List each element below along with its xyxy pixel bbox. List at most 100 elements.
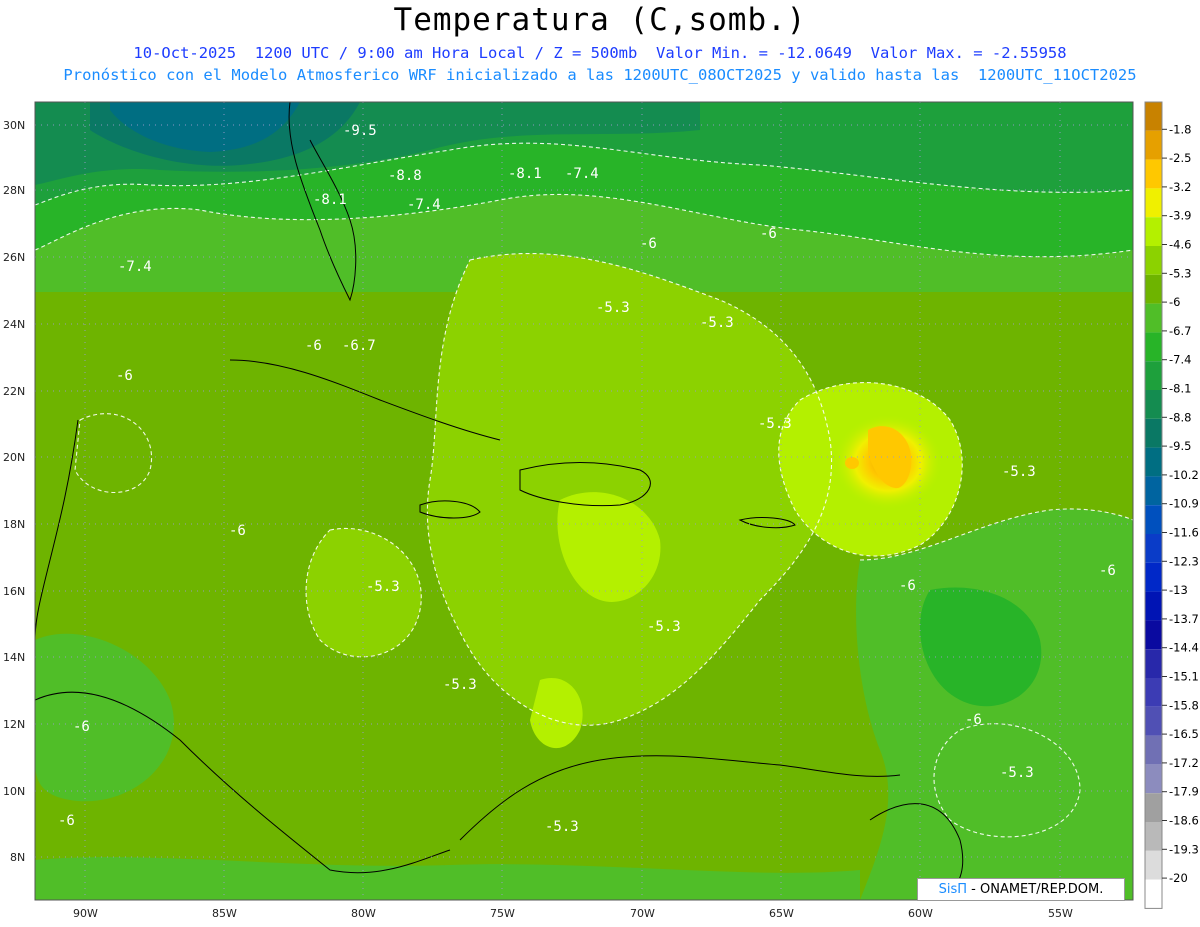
colorbar-label: -12.3 [1169, 554, 1199, 568]
contour-label: -6 [640, 236, 657, 252]
contour-label: -5.3 [1000, 765, 1034, 781]
colorbar-label: -17.9 [1169, 785, 1199, 799]
colorbar-label: -8.8 [1169, 410, 1191, 424]
colorbar-label: -2.5 [1169, 151, 1191, 165]
colorbar-swatch [1145, 822, 1162, 851]
colorbar-swatch [1145, 678, 1162, 707]
colorbar-label: -19.3 [1169, 842, 1199, 856]
lon-label: 90W [73, 907, 98, 920]
contour-label: -8.1 [313, 192, 347, 208]
lat-label: 8N [10, 851, 25, 864]
colorbar-swatch [1145, 879, 1162, 909]
lon-label: 60W [908, 907, 933, 920]
map-field: -9.5 -8.8 -8.1 -7.4 -8.1 -7.4 -7.4 -6 -6… [35, 102, 1133, 900]
lat-label: 12N [3, 718, 25, 731]
colorbar-swatch [1145, 447, 1162, 477]
colorbar-label: -3.2 [1169, 180, 1191, 194]
colorbar-label: -6 [1169, 295, 1180, 309]
colorbar-label: -4.6 [1169, 238, 1191, 252]
colorbar-swatch [1145, 735, 1162, 765]
lat-label: 20N [3, 451, 25, 464]
lon-label: 70W [630, 907, 655, 920]
colorbar-swatch [1145, 534, 1162, 563]
credit-box: SisΠ - ONAMET/REP.DOM. [917, 878, 1125, 901]
colorbar-swatch [1145, 274, 1162, 304]
lat-label: 16N [3, 585, 25, 598]
contour-label: -6 [229, 523, 246, 539]
contour-label: -6 [899, 578, 916, 594]
contour-label: -7.4 [407, 197, 441, 213]
colorbar-label: -3.9 [1169, 209, 1191, 223]
colorbar-swatch [1145, 303, 1162, 333]
colorbar-label: -11.6 [1169, 526, 1199, 540]
colorbar-label: -14.4 [1169, 641, 1199, 655]
colorbar-label: -8.1 [1169, 382, 1191, 396]
lat-label: 22N [3, 385, 25, 398]
colorbar-swatch [1145, 188, 1162, 218]
contour-label: -5.3 [647, 619, 681, 635]
contour-label: -6 [116, 368, 133, 384]
colorbar-label: -13 [1169, 583, 1188, 597]
colorbar-label: -15.8 [1169, 698, 1199, 712]
lon-label: 80W [351, 907, 376, 920]
colorbar-label: -10.9 [1169, 497, 1199, 511]
colorbar-swatch [1145, 793, 1162, 822]
colorbar-label: -13.7 [1169, 612, 1199, 626]
contour-label: -6 [760, 226, 777, 242]
colorbar-swatch [1145, 130, 1162, 160]
contour-label: -8.8 [388, 168, 422, 184]
contour-label: -5.3 [596, 300, 630, 316]
colorbar-label: -5.3 [1169, 266, 1191, 280]
colorbar-swatch [1145, 418, 1162, 448]
credit-text: - ONAMET/REP.DOM. [971, 882, 1104, 897]
colorbar: -1.8 -2.5 -3.2 -3.9 -4.6 -5.3 -6 -6.7 -7.4 -8.1 -8… [1144, 101, 1199, 909]
contour-label: -6 [58, 813, 75, 829]
lon-label: 75W [490, 907, 515, 920]
colorbar-swatch [1145, 850, 1162, 880]
colorbar-label: -16.5 [1169, 727, 1199, 741]
colorbar-swatch [1145, 505, 1162, 534]
lat-label: 30N [3, 119, 25, 132]
colorbar-swatch [1145, 620, 1162, 650]
colorbar-swatch [1145, 649, 1162, 678]
colorbar-label: -9.5 [1169, 439, 1191, 453]
colorbar-swatch [1145, 246, 1162, 275]
lon-label: 65W [769, 907, 794, 920]
colorbar-label: -7.4 [1169, 353, 1191, 367]
colorbar-swatch [1145, 591, 1162, 621]
lat-label: 26N [3, 251, 25, 264]
lat-label: 28N [3, 184, 25, 197]
contour-label: -6 [73, 719, 90, 735]
credit-brand: SisΠ [938, 882, 968, 897]
colorbar-swatch [1145, 390, 1162, 419]
contour-label: -5.3 [1002, 464, 1036, 480]
colorbar-label: -15.1 [1169, 670, 1199, 684]
contour-label: -6.7 [342, 338, 376, 354]
contour-label: -6 [305, 338, 322, 354]
longitude-axis: 90W 85W 80W 75W 70W 65W 60W 55W [73, 907, 1073, 920]
contour-label: -5.3 [366, 579, 400, 595]
colorbar-swatch [1145, 706, 1162, 736]
contour-label: -5.3 [758, 416, 792, 432]
colorbar-swatch [1145, 102, 1162, 131]
colorbar-swatch [1145, 476, 1162, 506]
lat-label: 24N [3, 318, 25, 331]
contour-label: -6 [1099, 563, 1116, 579]
contour-label: -7.4 [118, 259, 152, 275]
colorbar-label: -18.6 [1169, 814, 1199, 828]
contour-label: -5.3 [545, 819, 579, 835]
colorbar-swatch [1145, 361, 1162, 390]
colorbar-label: -10.2 [1169, 468, 1199, 482]
latitude-axis: 30N 28N 26N 24N 22N 20N 18N 16N 14N 12N … [3, 119, 25, 864]
contour-label: -6 [965, 712, 982, 728]
colorbar-swatch [1145, 217, 1162, 246]
lat-label: 14N [3, 651, 25, 664]
colorbar-label: -1.8 [1169, 122, 1191, 136]
contour-label: -9.5 [343, 123, 377, 139]
temperature-map: -9.5 -8.8 -8.1 -7.4 -8.1 -7.4 -7.4 -6 -6… [3, 101, 1199, 920]
contour-label: -7.4 [565, 166, 599, 182]
colorbar-label: -6.7 [1169, 324, 1191, 338]
colorbar-label: -20 [1169, 871, 1188, 885]
contour-label: -5.3 [443, 677, 477, 693]
colorbar-label: -17.2 [1169, 756, 1199, 770]
